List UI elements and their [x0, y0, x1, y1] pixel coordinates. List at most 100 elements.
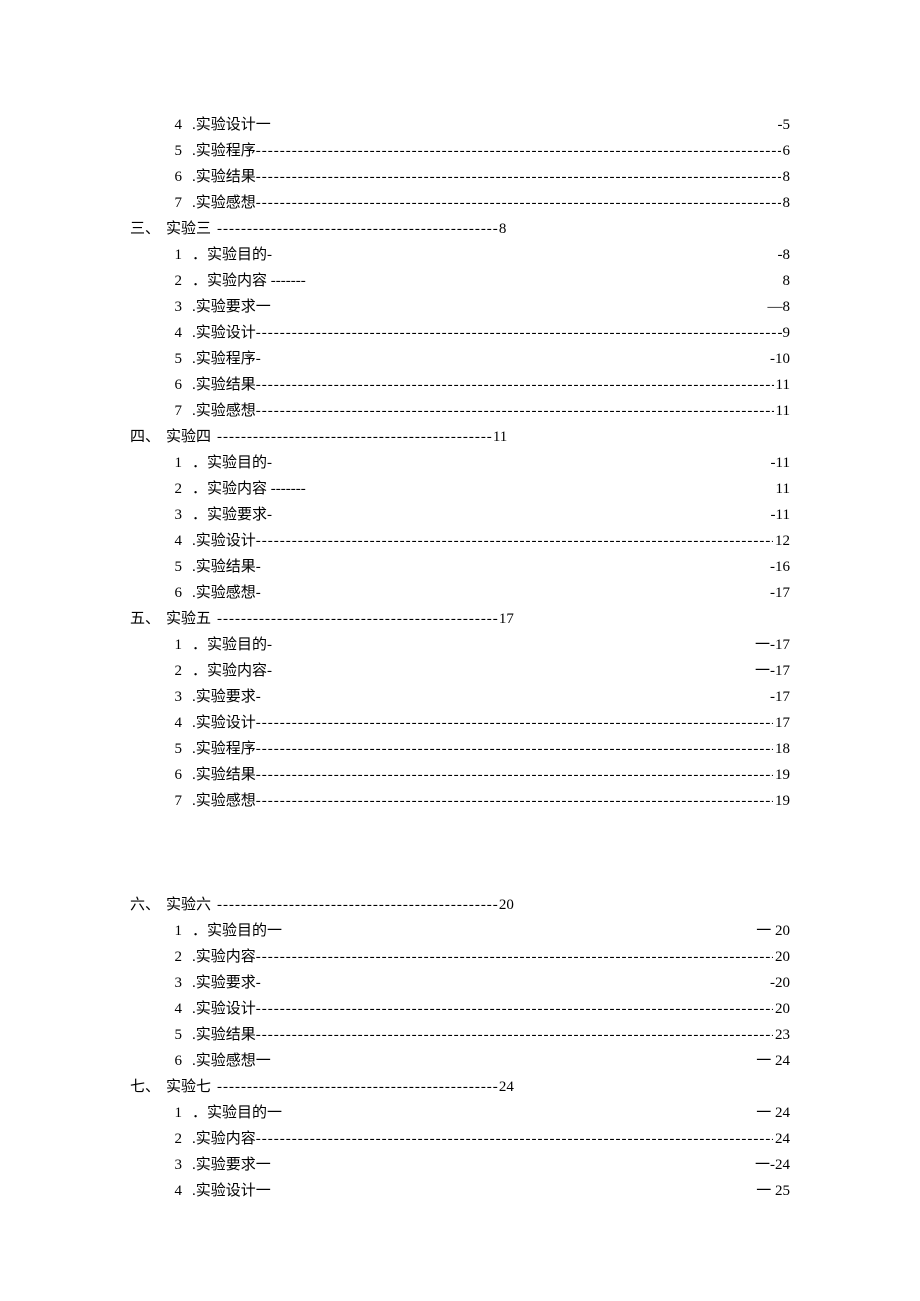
- toc-entry: 1．实验目的--8: [130, 242, 790, 268]
- section-title: 实验五: [160, 606, 217, 632]
- toc-entry: 6.实验结果8: [130, 164, 790, 190]
- entry-number: 1: [158, 1100, 182, 1126]
- entry-label: ．实验内容 -------: [192, 476, 306, 502]
- entry-label: .实验程序: [192, 138, 256, 164]
- entry-label: .实验感想: [192, 398, 256, 424]
- toc-entry: 3.实验要求--20: [130, 970, 790, 996]
- entry-page-number: 一 25: [754, 1178, 790, 1204]
- entry-label: .实验结果: [192, 164, 256, 190]
- toc-entry: 1．实验目的--11: [130, 450, 790, 476]
- entry-number: 5: [158, 346, 182, 372]
- toc-entry: 1．实验目的-一-17: [130, 632, 790, 658]
- entry-leader: [256, 762, 773, 788]
- entry-number: 6: [158, 580, 182, 606]
- entry-number: 2: [158, 268, 182, 294]
- entry-label: .实验要求一: [192, 294, 271, 320]
- entry-number: 1: [158, 918, 182, 944]
- section-title: 实验四: [160, 424, 217, 450]
- entry-label: ．实验内容-: [192, 658, 272, 684]
- section-prefix: 六、: [130, 892, 160, 918]
- entry-number: 4: [158, 996, 182, 1022]
- entry-page-number: 8: [781, 268, 791, 294]
- toc-section-heading: 六、实验六-----------------------------------…: [130, 892, 790, 918]
- section-title: 实验七: [160, 1074, 217, 1100]
- entry-number: 6: [158, 1048, 182, 1074]
- entry-page-number: 24: [773, 1126, 790, 1152]
- entry-page-number: 11: [774, 476, 790, 502]
- entry-page-number: 20: [773, 996, 790, 1022]
- entry-label: .实验结果: [192, 1022, 256, 1048]
- entry-number: 3: [158, 502, 182, 528]
- section-page-number: 17: [499, 606, 514, 632]
- toc-section-heading: 四、实验四-----------------------------------…: [130, 424, 790, 450]
- toc-entry: 4.实验设计17: [130, 710, 790, 736]
- toc-entry: 6.实验结果11: [130, 372, 790, 398]
- entry-label: .实验程序-: [192, 346, 261, 372]
- entry-page-number: 11: [774, 372, 790, 398]
- entry-leader: [256, 528, 773, 554]
- toc-entry: 5 .实验结果- -16: [130, 554, 790, 580]
- section-leader: ----------------------------------------…: [217, 216, 499, 242]
- entry-page-number: -11: [769, 502, 790, 528]
- entry-page-number: -8: [776, 242, 791, 268]
- entry-page-number: -9: [776, 320, 791, 346]
- section-leader: ----------------------------------------…: [217, 892, 499, 918]
- entry-label: ．实验目的一: [192, 918, 282, 944]
- entry-label: .实验感想: [192, 190, 256, 216]
- toc-entry: 1．实验目的一一 24: [130, 1100, 790, 1126]
- toc-section-heading: 七、实验七-----------------------------------…: [130, 1074, 790, 1100]
- entry-number: 7: [158, 398, 182, 424]
- entry-number: 5: [158, 554, 182, 580]
- section-prefix: 四、: [130, 424, 160, 450]
- entry-number: 5: [158, 736, 182, 762]
- entry-label: .实验结果-: [192, 554, 261, 580]
- entry-page-number: 一 24: [754, 1048, 790, 1074]
- entry-label: ．实验内容 -------: [192, 268, 306, 294]
- toc-entry: 2．实验内容-一-17: [130, 658, 790, 684]
- entry-label: .实验设计: [192, 320, 256, 346]
- entry-leader: [256, 736, 773, 762]
- entry-page-number: 8: [781, 164, 791, 190]
- toc-entry: 2 ．实验内容 ------- 11: [130, 476, 790, 502]
- entry-page-number: -10: [768, 346, 790, 372]
- section-page-number: 8: [499, 216, 507, 242]
- toc-entry: 5.实验程序6: [130, 138, 790, 164]
- entry-page-number: 12: [773, 528, 790, 554]
- entry-number: 4: [158, 112, 182, 138]
- entry-number: 6: [158, 372, 182, 398]
- entry-leader: [256, 164, 781, 190]
- entry-leader: [256, 320, 776, 346]
- toc-entry: 3.实验要求一—8: [130, 294, 790, 320]
- entry-page-number: -11: [769, 450, 790, 476]
- toc-entry: 7 .实验感想 11: [130, 398, 790, 424]
- entry-leader: [256, 138, 781, 164]
- entry-label: .实验要求一: [192, 1152, 271, 1178]
- entry-number: 3: [158, 684, 182, 710]
- section-title: 实验三: [160, 216, 217, 242]
- entry-page-number: 17: [773, 710, 790, 736]
- entry-page-number: -17: [768, 580, 790, 606]
- entry-label: .实验设计: [192, 996, 256, 1022]
- toc-section-heading: 五、实验五-----------------------------------…: [130, 606, 790, 632]
- entry-leader: [256, 996, 773, 1022]
- entry-page-number: -17: [768, 684, 790, 710]
- entry-page-number: 6: [781, 138, 791, 164]
- section-page-number: 20: [499, 892, 514, 918]
- section-page-number: 11: [493, 424, 507, 450]
- toc-entry: 5.实验程序18: [130, 736, 790, 762]
- entry-page-number: -16: [768, 554, 790, 580]
- entry-page-number: -20: [768, 970, 790, 996]
- toc-entry: 3．实验要求--11: [130, 502, 790, 528]
- entry-number: 2: [158, 476, 182, 502]
- entry-page-number: 18: [773, 736, 790, 762]
- entry-label: ．实验目的一: [192, 1100, 282, 1126]
- entry-page-number: 8: [781, 190, 791, 216]
- section-leader: ----------------------------------------…: [217, 1074, 499, 1100]
- entry-page-number: 11: [774, 398, 790, 424]
- toc-entry: 3.实验要求一一-24: [130, 1152, 790, 1178]
- toc-entry: 4.实验设计-9: [130, 320, 790, 346]
- entry-number: 1: [158, 242, 182, 268]
- entry-label: .实验设计一: [192, 1178, 271, 1204]
- entry-number: 5: [158, 1022, 182, 1048]
- entry-number: 2: [158, 944, 182, 970]
